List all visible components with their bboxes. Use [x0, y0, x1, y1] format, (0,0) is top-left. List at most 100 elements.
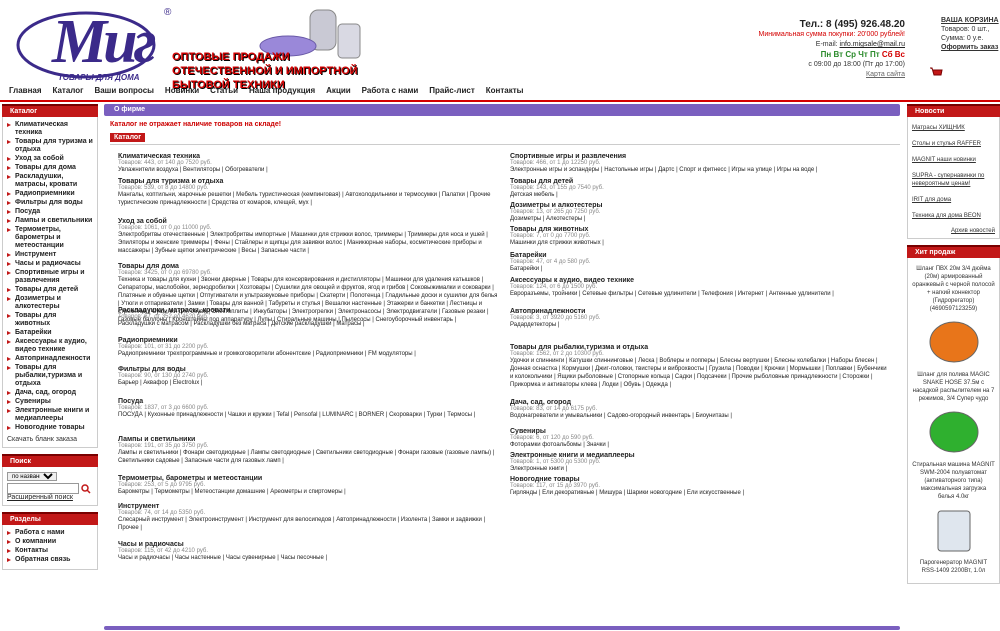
category-title[interactable]: Инструмент — [118, 503, 498, 510]
category-links[interactable]: Электробритвы отечественные | Электробри… — [118, 231, 498, 255]
category-links[interactable]: Электронные книги | — [510, 465, 890, 473]
category-links[interactable]: Радиоприемники трехпрограммные и громког… — [118, 350, 498, 358]
news-item[interactable]: Матрасы ХИЩНИК — [912, 124, 995, 132]
news-archive-link[interactable]: Архив новостей — [912, 228, 995, 234]
download-order-form-link[interactable]: Скачать бланк заказа — [7, 436, 93, 443]
category-title[interactable]: Автопринадлежности — [510, 308, 890, 315]
sitemap-link[interactable]: Карта сайта — [866, 71, 905, 78]
search-type-select[interactable]: по названию — [7, 472, 57, 481]
catalog-item[interactable]: Посуда — [7, 208, 93, 216]
hit-product-title[interactable]: Шланг для полива MAGIC SNAKE HOSE 37.5м … — [912, 371, 995, 403]
logo[interactable]: Миг ® ТОВАРЫ ДЛЯ ДОМА — [14, 5, 171, 83]
hit-product[interactable]: Шланг ПВХ 20м 3/4 дюйма (20м) армированн… — [912, 265, 995, 367]
catalog-item[interactable]: Аксессуары к аудио, видео технике — [7, 338, 93, 354]
category-title[interactable]: Товары для детей — [510, 178, 890, 185]
hit-product[interactable]: Шланг для полива MAGIC SNAKE HOSE 37.5м … — [912, 371, 995, 457]
nav-contacts[interactable]: Контакты — [486, 86, 524, 95]
catalog-item[interactable]: Новогодние товары — [7, 424, 93, 432]
category-title[interactable]: Товары для животных — [510, 226, 890, 233]
category-links[interactable]: Мангалы, коптильни, жарочные решетки | М… — [118, 191, 498, 207]
catalog-item[interactable]: Автопринадлежности — [7, 355, 93, 363]
category-title[interactable]: Электронные книги и медиаплееры — [510, 452, 890, 459]
category-links[interactable]: Электронные игры и эспандеры | Настольны… — [510, 166, 890, 174]
category-links[interactable]: Часы и радиочасы | Часы настенные | Часы… — [118, 554, 498, 562]
cart-icon[interactable] — [929, 66, 943, 78]
category-links[interactable]: Увлажнители воздуха | Вентиляторы | Обог… — [118, 166, 498, 174]
category-title[interactable]: Термометры, барометры и метеостанции — [118, 475, 498, 482]
hit-product-image[interactable] — [924, 407, 984, 457]
news-item[interactable]: Техника для дома BEON — [912, 212, 995, 220]
category-links[interactable]: Детская мебель | — [510, 191, 890, 199]
hit-product[interactable]: Парогенератор MAGNIT RSS-1409 2200Вт, 1.… — [912, 559, 995, 575]
advanced-search-link[interactable]: Расширенный поиск — [7, 494, 73, 501]
news-item[interactable]: SUPRA - супернавинки по невероятным цена… — [912, 172, 995, 188]
category-title[interactable]: Новогодние товары — [510, 476, 890, 483]
section-contacts[interactable]: Контакты — [7, 547, 93, 555]
category-title[interactable]: Фильтры для воды — [118, 366, 498, 373]
category-title[interactable]: Радиоприемники — [118, 337, 498, 344]
category-title[interactable]: Товары для дома — [118, 263, 498, 270]
category-links[interactable]: Евроразъемы, тройники | Сетевые фильтры … — [510, 290, 890, 298]
nav-products[interactable]: Наша продукция — [249, 86, 315, 95]
catalog-item[interactable]: Электронные книги и медиаплееры — [7, 407, 93, 423]
category-title[interactable]: Товары для рыбалки,туризма и отдыха — [510, 344, 890, 351]
catalog-item[interactable]: Радиоприемники — [7, 190, 93, 198]
category-title[interactable]: Лампы и светильники — [118, 436, 498, 443]
catalog-item[interactable]: Товары для детей — [7, 286, 93, 294]
catalog-item[interactable]: Батарейки — [7, 329, 93, 337]
catalog-item[interactable]: Уход за собой — [7, 155, 93, 163]
category-links[interactable]: Гирлянды | Ели декоративные | Мишура | Ш… — [510, 489, 890, 497]
category-links[interactable]: Барометры | Термометры | Метеостанции до… — [118, 488, 498, 496]
category-title[interactable]: Дача, сад, огород — [510, 399, 890, 406]
section-work[interactable]: Работа с нами — [7, 529, 93, 537]
catalog-item[interactable]: Лампы и светильники — [7, 217, 93, 225]
checkout-link[interactable]: Оформить заказ — [941, 43, 1000, 52]
category-title[interactable]: Спортивные игры и развлечения — [510, 153, 890, 160]
nav-questions[interactable]: Ваши вопросы — [94, 86, 154, 95]
nav-home[interactable]: Главная — [9, 86, 42, 95]
category-title[interactable]: Часы и радиочасы — [118, 541, 498, 548]
category-links[interactable]: Лампы и светильники | Фонари светодиодны… — [118, 449, 498, 465]
catalog-item[interactable]: Спортивные игры и развлечения — [7, 269, 93, 285]
category-title[interactable]: Дозиметры и алкотестеры — [510, 202, 890, 209]
cart-title[interactable]: ВАША КОРЗИНА — [941, 16, 1000, 25]
catalog-item[interactable]: Товары для животных — [7, 312, 93, 328]
catalog-item[interactable]: Дача, сад, огород — [7, 389, 93, 397]
category-links[interactable]: Барьер | Аквафор | Electrolux | — [118, 379, 498, 387]
catalog-item[interactable]: Товары для туризма и отдыха — [7, 138, 93, 154]
section-about[interactable]: О компании — [7, 538, 93, 546]
catalog-item[interactable]: Товары для дома — [7, 164, 93, 172]
nav-articles[interactable]: Статьи — [210, 86, 238, 95]
category-title[interactable]: Раскладушки, матрасы, кровати — [118, 307, 498, 314]
hit-product-image[interactable] — [924, 505, 984, 555]
nav-promo[interactable]: Акции — [326, 86, 351, 95]
hit-product-image[interactable] — [924, 317, 984, 367]
category-links[interactable]: Удочки и спиннинги | Катушки спиннинговы… — [510, 357, 890, 389]
category-links[interactable]: ПОСУДА | Кухонные принадлежности | Чашки… — [118, 411, 498, 419]
catalog-item[interactable]: Дозиметры и алкотестеры — [7, 295, 93, 311]
category-links[interactable]: Слесарный инструмент | Электроинструмент… — [118, 516, 498, 532]
category-title[interactable]: Климатическая техника — [118, 153, 498, 160]
category-title[interactable]: Сувениры — [510, 428, 890, 435]
search-icon[interactable] — [81, 483, 91, 494]
search-input[interactable] — [7, 483, 79, 494]
category-links[interactable]: Батарейки | — [510, 265, 890, 273]
catalog-item[interactable]: Часы и радиочасы — [7, 260, 93, 268]
category-links[interactable]: Фоторамки фотоальбомы | Значки | — [510, 441, 890, 449]
category-title[interactable]: Товары для туризма и отдыха — [118, 178, 498, 185]
hit-product-title[interactable]: Парогенератор MAGNIT RSS-1409 2200Вт, 1.… — [912, 559, 995, 575]
catalog-item[interactable]: Инструмент — [7, 251, 93, 259]
category-links[interactable]: Дозиметры | Алкотестеры | — [510, 215, 890, 223]
hit-product-title[interactable]: Стиральная машина MAGNIT SWM-2004 полуав… — [912, 461, 995, 501]
hit-product[interactable]: Стиральная машина MAGNIT SWM-2004 полуав… — [912, 461, 995, 555]
category-title[interactable]: Посуда — [118, 398, 498, 405]
nav-work-with-us[interactable]: Работа с нами — [362, 86, 419, 95]
nav-catalog[interactable]: Каталог — [53, 86, 84, 95]
category-title[interactable]: Уход за собой — [118, 218, 498, 225]
nav-price-list[interactable]: Прайс-лист — [429, 86, 474, 95]
catalog-item[interactable]: Термометры, барометры и метеостанции — [7, 226, 93, 250]
email-link[interactable]: info.migsale@mail.ru — [840, 41, 905, 48]
category-title[interactable]: Батарейки — [510, 252, 890, 259]
catalog-item[interactable]: Товары для рыбалки,туризма и отдыха — [7, 364, 93, 388]
catalog-item[interactable]: Сувениры — [7, 398, 93, 406]
